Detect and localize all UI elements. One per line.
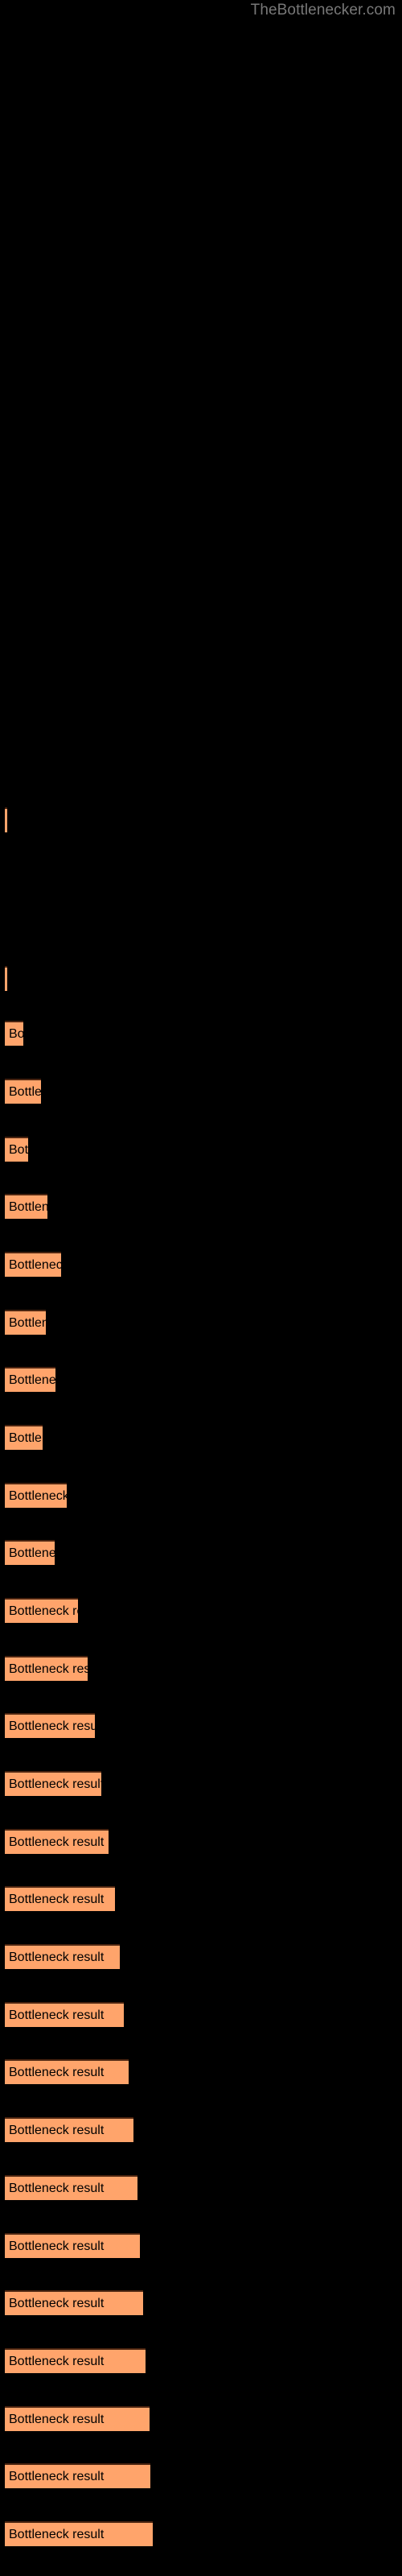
bar-bottleneck-result[interactable]: Bottleneck result — [5, 1252, 61, 1277]
bar-row: Bottleneck result — [0, 1194, 402, 1219]
bar-bottleneck-result[interactable]: Bottleneck result — [5, 1886, 115, 1911]
bar-row: Bottleneck result — [0, 807, 402, 832]
bar-label: Bottleneck result — [9, 1315, 46, 1330]
bar-label: Bottleneck result — [9, 1084, 41, 1099]
bar-row: Bottleneck result — [0, 1425, 402, 1450]
bar-label: Bottleneck result — [9, 1488, 67, 1503]
bar-bottleneck-result[interactable]: Bottleneck result — [5, 1540, 55, 1565]
bar-bottleneck-result[interactable]: Bottleneck result — [5, 2463, 150, 2488]
bar-bottleneck-result[interactable]: Bottleneck result — [5, 2059, 129, 2084]
bar-bottleneck-result[interactable]: Bottleneck result — [5, 1829, 109, 1854]
bar-bottleneck-result[interactable]: Bottleneck result — [5, 966, 7, 991]
bar-chart: Bottleneck result Bottleneck result Bottle… — [0, 0, 402, 2576]
bar-row: Bottleneck result — [0, 2059, 402, 2084]
bar-bottleneck-result[interactable]: Bottleneck result — [5, 2348, 146, 2373]
bar-bottleneck-result[interactable]: Bottleneck result — [5, 2117, 133, 2142]
bar-label: Bottleneck result — [9, 1604, 78, 1618]
bar-label: Bottleneck result — [9, 1257, 61, 1272]
bar-row: Bottleneck result — [0, 1310, 402, 1335]
bar-label: Bottleneck result — [9, 1142, 28, 1157]
bar-row: Bottleneck result — [0, 2175, 402, 2200]
bar-row: Bottleneck result — [0, 1829, 402, 1854]
bar-label: Bottleneck result — [9, 2008, 105, 2022]
bar-label: Bottleneck result — [9, 2412, 105, 2426]
bar-bottleneck-result[interactable]: Bottleneck result — [5, 2233, 140, 2258]
bar-row: Bottleneck result — [0, 2290, 402, 2315]
bar-row: Bottleneck result — [0, 1483, 402, 1508]
bar-label: Bottleneck result — [9, 1777, 101, 1791]
bar-row: Bottleneck result — [0, 2233, 402, 2258]
bar-row: Bottleneck result — [0, 1540, 402, 1565]
bar-label: Bottleneck result — [9, 1373, 55, 1387]
bar-label: Bottleneck result — [9, 2065, 105, 2079]
bar-label: Bottleneck result — [9, 2469, 105, 2483]
bar-row: Bottleneck result — [0, 1252, 402, 1277]
bar-bottleneck-result[interactable]: Bottleneck result — [5, 1771, 101, 1796]
bar-bottleneck-result[interactable]: Bottleneck result — [5, 1944, 120, 1969]
bar-bottleneck-result[interactable]: Bottleneck result — [5, 1194, 47, 1219]
bar-bottleneck-result[interactable]: Bottleneck result — [5, 1425, 43, 1450]
bar-bottleneck-result[interactable]: Bottleneck result — [5, 1079, 41, 1104]
bar-label: Bottleneck result — [9, 1950, 105, 1964]
bar-label: Bottleneck result — [9, 1835, 105, 1849]
bar-label: Bottleneck result — [9, 1546, 55, 1560]
bar-row: Bottleneck result — [0, 1079, 402, 1104]
bar-label: Bottleneck result — [9, 2123, 105, 2137]
bar-bottleneck-result[interactable]: Bottleneck result — [5, 2521, 153, 2546]
bar-row: Bottleneck result — [0, 1656, 402, 1681]
bar-bottleneck-result[interactable]: Bottleneck result — [5, 1137, 28, 1162]
bar-label: Bottleneck result — [9, 2239, 105, 2253]
bar-row: Bottleneck result — [0, 2348, 402, 2373]
bar-bottleneck-result[interactable]: Bottleneck result — [5, 2002, 124, 2027]
bar-bottleneck-result[interactable]: Bottleneck result — [5, 2175, 137, 2200]
bar-bottleneck-result[interactable]: Bottleneck result — [5, 2290, 143, 2315]
bar-bottleneck-result[interactable]: Bottleneck result — [5, 1483, 67, 1508]
bar-label: Bottleneck result — [9, 2354, 105, 2368]
bar-label: Bottleneck result — [9, 1719, 95, 1733]
bar-row: Bottleneck result — [0, 1944, 402, 1969]
bar-label: Bottleneck result — [9, 2527, 105, 2541]
page-root: TheBottlenecker.com Bottleneck resultBot… — [0, 0, 402, 2576]
bar-label: Bottleneck result — [9, 2181, 105, 2195]
bar-bottleneck-result[interactable]: Bottleneck result — [5, 1021, 23, 1046]
bar-bottleneck-result[interactable]: Bottleneck result — [5, 1367, 55, 1392]
bar-row: Bottleneck result — [0, 1021, 402, 1046]
bar-label: Bottleneck result — [9, 1662, 88, 1676]
bar-row: Bottleneck result — [0, 1137, 402, 1162]
bar-bottleneck-result[interactable]: Bottleneck result — [5, 2406, 150, 2431]
bar-bottleneck-result[interactable]: Bottleneck result — [5, 807, 7, 832]
bar-row: Bottleneck result — [0, 1598, 402, 1623]
bar-bottleneck-result[interactable]: Bottleneck result — [5, 1310, 46, 1335]
bar-bottleneck-result[interactable]: Bottleneck result — [5, 1713, 95, 1738]
bar-label: Bottleneck result — [9, 1892, 105, 1906]
bar-row: Bottleneck result — [0, 1771, 402, 1796]
bar-label: Bottleneck result — [9, 1199, 47, 1214]
bar-row: Bottleneck result — [0, 2117, 402, 2142]
bar-label: Bottleneck result — [9, 1026, 23, 1041]
bar-row: Bottleneck result — [0, 2406, 402, 2431]
bar-row: Bottleneck result — [0, 1713, 402, 1738]
bar-row: Bottleneck result — [0, 2002, 402, 2027]
bar-label: Bottleneck result — [9, 2296, 105, 2310]
bar-row: Bottleneck result — [0, 1886, 402, 1911]
bar-row: Bottleneck result — [0, 966, 402, 991]
bar-row: Bottleneck result — [0, 2463, 402, 2488]
bar-label: Bottleneck result — [9, 1430, 43, 1445]
bar-row: Bottleneck result — [0, 2521, 402, 2546]
bar-bottleneck-result[interactable]: Bottleneck result — [5, 1598, 78, 1623]
bar-bottleneck-result[interactable]: Bottleneck result — [5, 1656, 88, 1681]
bar-row: Bottleneck result — [0, 1367, 402, 1392]
